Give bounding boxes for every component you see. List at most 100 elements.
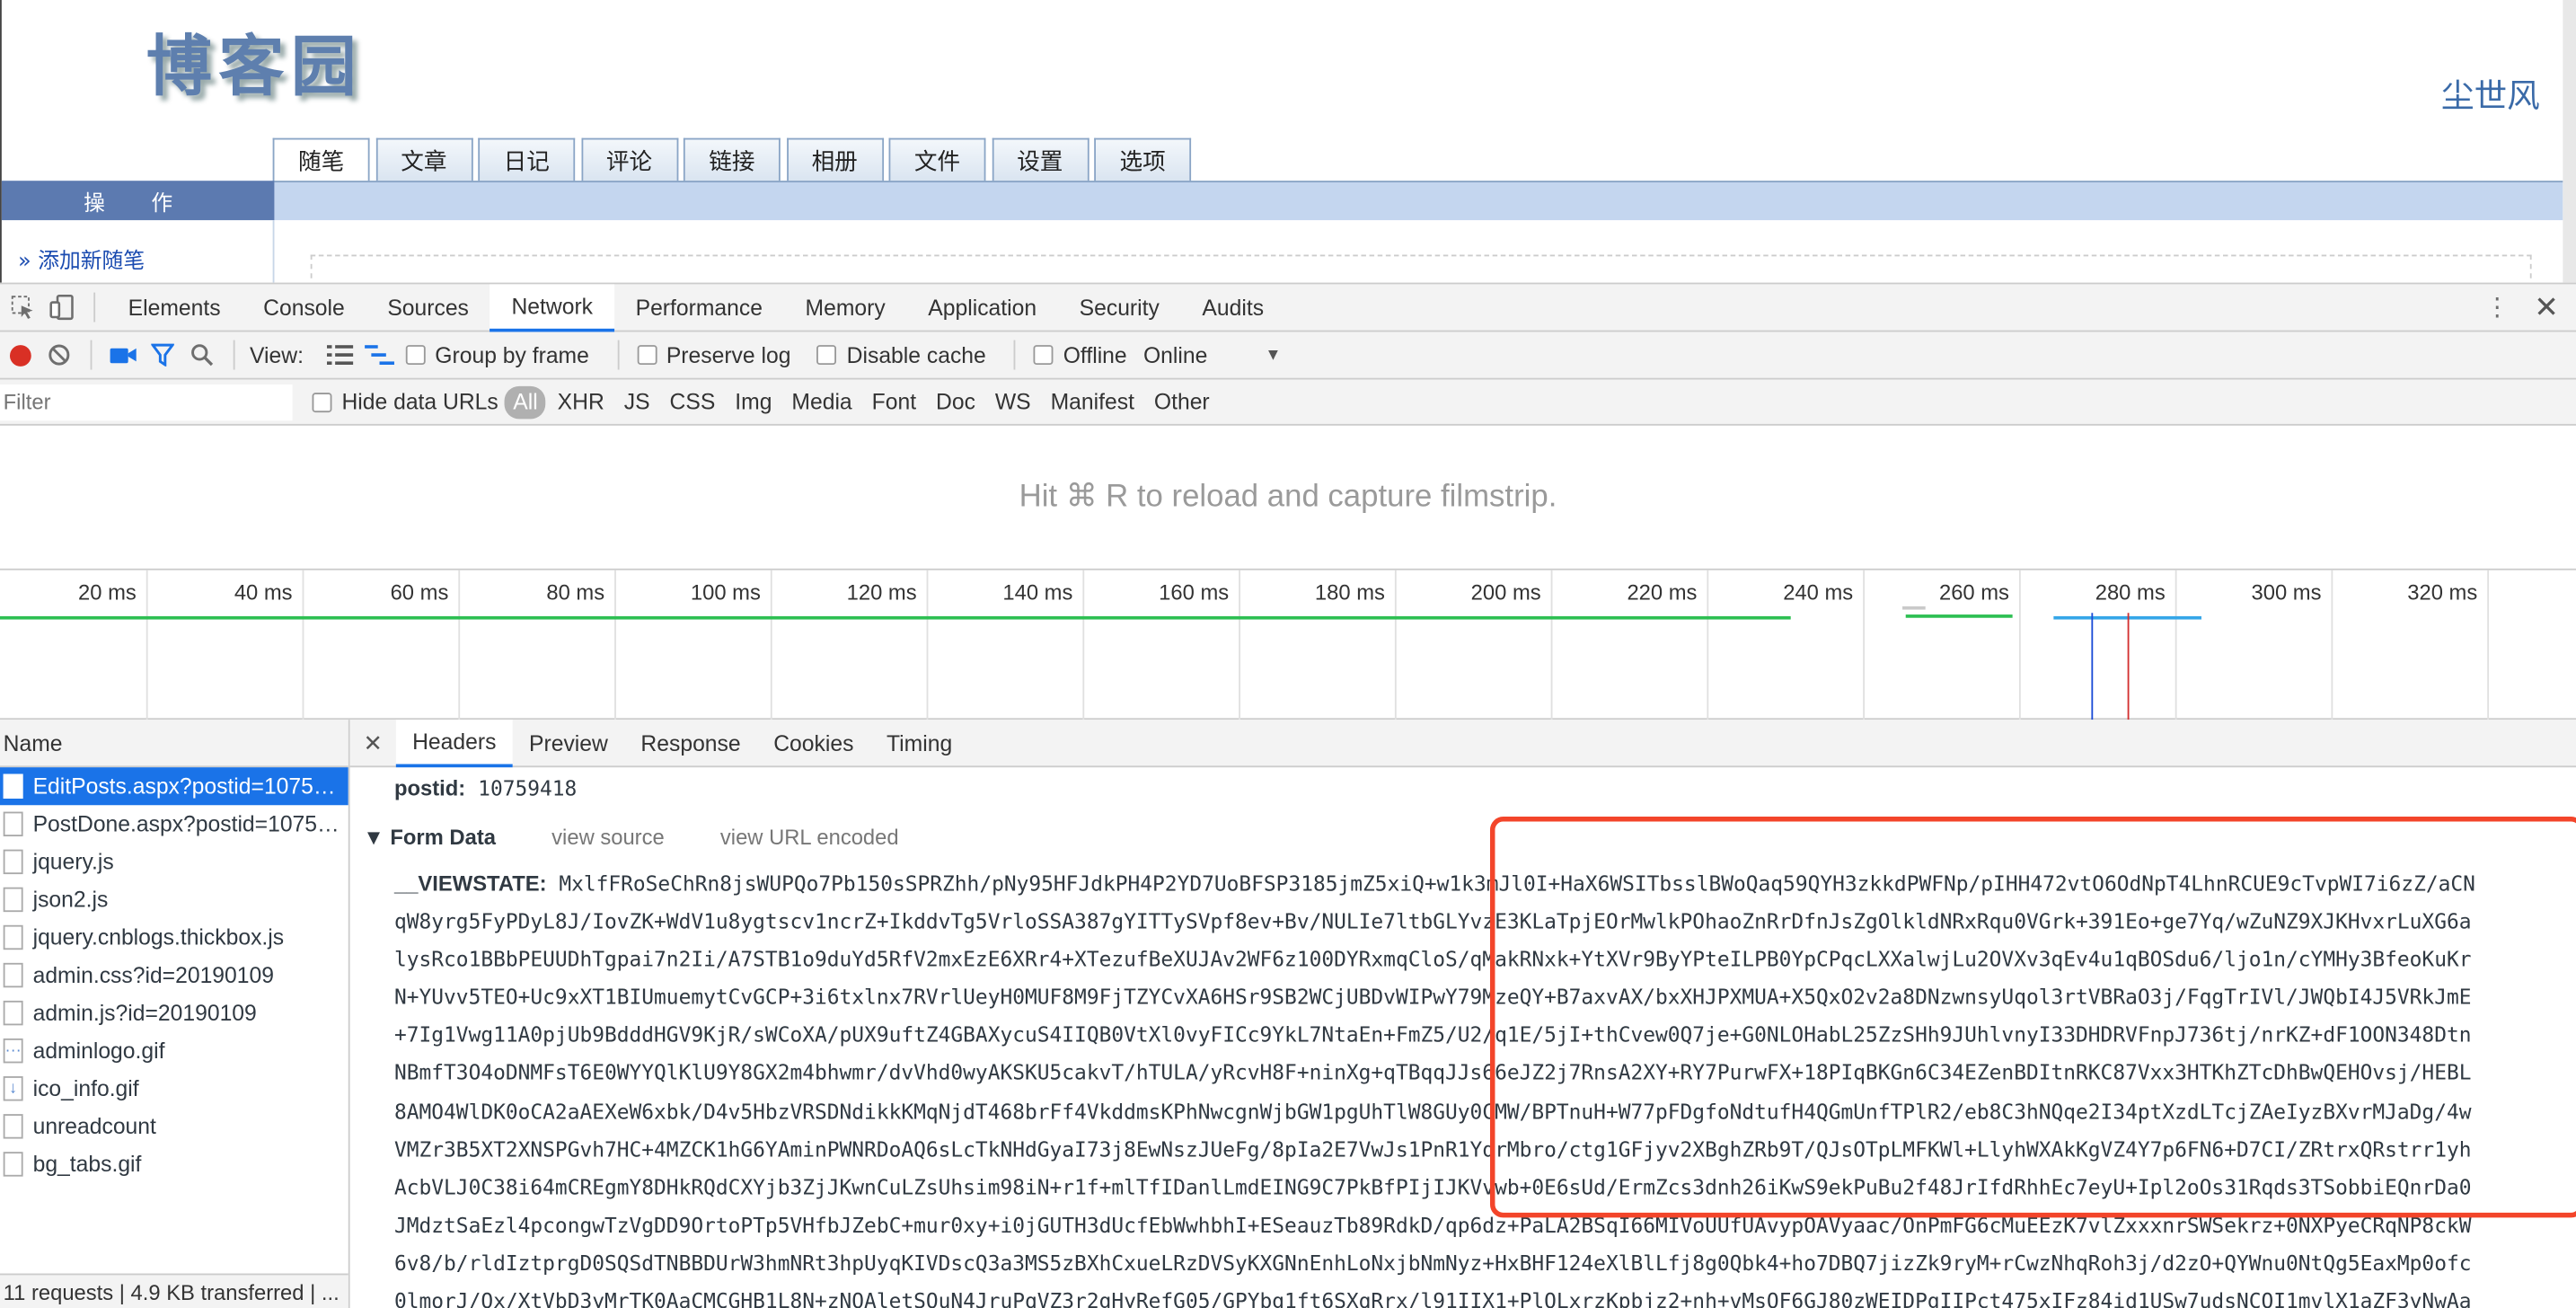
timeline-tick-label: 280 ms [2095,579,2166,605]
blog-tab[interactable]: 随笔 [272,137,370,183]
form-data-toggle[interactable]: ▼ Form Data [363,825,496,849]
filter-type-css[interactable]: CSS [661,385,723,419]
blog-author-link[interactable]: 尘世风 [2441,69,2540,117]
close-detail-icon[interactable]: ✕ [350,729,396,756]
offline-checkbox[interactable] [1033,345,1054,366]
blog-nav-tabs: 随笔 文章 日记 评论 链接 相册 文件 设置 选项 [272,137,1197,183]
screenshot-camera-icon[interactable] [103,335,143,375]
request-name: PostDone.aspx?postid=1075… [32,811,340,837]
timeline-gridline [1239,570,1240,720]
tab-application[interactable]: Application [907,284,1058,331]
filmstrip-message: Hit ⌘ R to reload and capture filmstrip. [1019,480,1557,515]
more-options-icon[interactable]: ⋮ [2477,287,2517,327]
throttling-select[interactable]: Online [1143,342,1207,367]
request-row[interactable]: PostDone.aspx?postid=1075… [0,805,348,843]
blog-tab[interactable]: 日记 [478,137,576,183]
timeline-overview[interactable]: 20 ms 40 ms 60 ms 80 ms 100 ms 120 ms 140 ms 16… [0,570,2576,720]
tab-console[interactable]: Console [242,284,366,331]
large-rows-icon[interactable] [320,335,359,375]
timeline-gridline [1707,570,1709,720]
file-icon [3,773,23,799]
blog-tab[interactable]: 设置 [991,137,1089,183]
filter-type-font[interactable]: Font [863,385,924,419]
filter-type-all[interactable]: All [505,384,546,419]
waterfall-overview-icon[interactable] [359,335,399,375]
file-icon [3,1152,23,1177]
filter-type-xhr[interactable]: XHR [550,385,613,419]
detail-tab-response[interactable]: Response [624,720,757,766]
tab-memory[interactable]: Memory [784,284,907,331]
request-row[interactable]: admin.js?id=20190109 [0,994,348,1032]
tab-performance[interactable]: Performance [614,284,784,331]
request-name: bg_tabs.gif [32,1152,142,1177]
blog-tab[interactable]: 文章 [375,137,472,183]
blog-logo[interactable]: 博客园 [146,13,363,109]
blog-tab[interactable]: 链接 [683,137,781,183]
detail-tab-cookies[interactable]: Cookies [757,720,870,766]
hide-data-urls-label: Hide data URLs [341,389,498,414]
devtools-tab-bar: Elements Console Sources Network Performance… [0,283,2576,332]
filter-type-other[interactable]: Other [1146,385,1218,419]
tab-audits[interactable]: Audits [1181,284,1285,331]
requests-list: Name EditPosts.aspx?postid=1075… PostDone… [0,720,350,1308]
request-row[interactable]: ↓ ico_info.gif [0,1070,348,1108]
viewstate-line: JMdztSaEzl4pcongwTzVgDD9OrtoPTp5VHfbJZeb… [394,1206,2576,1243]
blog-tab[interactable]: 文件 [888,137,986,183]
detail-tab-timing[interactable]: Timing [870,720,969,766]
viewstate-text: 8AMO4WlDK0oCA2aAEXeW6xbk/D4v5HbzVRSDNdik… [393,1098,2472,1124]
timeline-tick-label: 60 ms [390,579,449,605]
load-event-line [2127,613,2130,720]
record-icon[interactable] [0,335,40,375]
file-icon [3,1000,23,1026]
request-row[interactable]: ··· adminlogo.gif [0,1032,348,1070]
view-source-link[interactable]: view source [551,825,665,849]
request-name: admin.js?id=20190109 [32,1000,257,1026]
blog-tab[interactable]: 评论 [580,137,678,183]
view-url-encoded-link[interactable]: view URL encoded [720,825,899,849]
request-row[interactable]: unreadcount [0,1108,348,1145]
blog-tab[interactable]: 选项 [1094,137,1192,183]
tab-network[interactable]: Network [490,283,614,331]
filter-type-ws[interactable]: WS [987,385,1039,419]
detail-tab-headers[interactable]: Headers [395,720,513,767]
filter-input[interactable] [0,384,293,420]
timeline-gridline [302,570,304,720]
add-new-post-link[interactable]: » 添加新随笔 [18,243,145,274]
chevron-down-icon[interactable]: ▼ [1265,346,1281,364]
disable-cache-checkbox[interactable] [816,345,837,366]
request-row[interactable]: EditPosts.aspx?postid=1075… [0,767,348,806]
tab-sources[interactable]: Sources [366,284,490,331]
filter-type-img[interactable]: Img [727,385,780,419]
hide-data-urls-checkbox[interactable] [312,392,332,412]
filter-type-media[interactable]: Media [783,385,860,419]
requests-summary: 11 requests | 4.9 KB transferred | ... [0,1273,348,1308]
blog-tab[interactable]: 相册 [786,137,884,183]
filter-type-manifest[interactable]: Manifest [1042,385,1142,419]
device-toolbar-icon[interactable] [43,287,83,327]
close-icon[interactable]: ✕ [2527,287,2566,327]
group-by-frame-checkbox[interactable] [405,345,426,366]
preserve-log-checkbox[interactable] [636,345,657,366]
filter-type-js[interactable]: JS [616,385,658,419]
timeline-tick-label: 140 ms [1002,579,1073,605]
timeline-tick-label: 220 ms [1627,579,1698,605]
request-row[interactable]: json2.js [0,880,348,918]
request-row[interactable]: bg_tabs.gif [0,1145,348,1183]
request-row[interactable]: jquery.js [0,843,348,880]
viewstate-text: NBmfT3O4oDNMFsT6E0WYYQlKlU9Y8GX2m4bhwmr/… [393,1060,2472,1086]
name-column-header[interactable]: Name [0,720,348,768]
filter-type-doc[interactable]: Doc [928,385,984,419]
clear-icon[interactable] [40,335,79,375]
viewstate-text: VMZr3B5XT2XNSPGvh7HC+4MZCK1hG6YAminPWNRD… [393,1136,2472,1162]
timeline-gridline [926,570,929,720]
tab-security[interactable]: Security [1058,284,1181,331]
search-icon[interactable] [182,335,222,375]
filter-funnel-icon[interactable] [143,335,182,375]
request-row[interactable]: jquery.cnblogs.thickbox.js [0,918,348,956]
viewstate-text: qW8yrg5FyPDyL8J/IovZK+WdV1u8ygtscv1ncrZ+… [393,908,2472,934]
request-row[interactable]: admin.css?id=20190109 [0,957,348,994]
detail-tab-preview[interactable]: Preview [513,720,624,766]
tab-elements[interactable]: Elements [107,284,242,331]
inspect-element-icon[interactable] [4,287,43,327]
disable-cache-label: Disable cache [846,342,986,367]
